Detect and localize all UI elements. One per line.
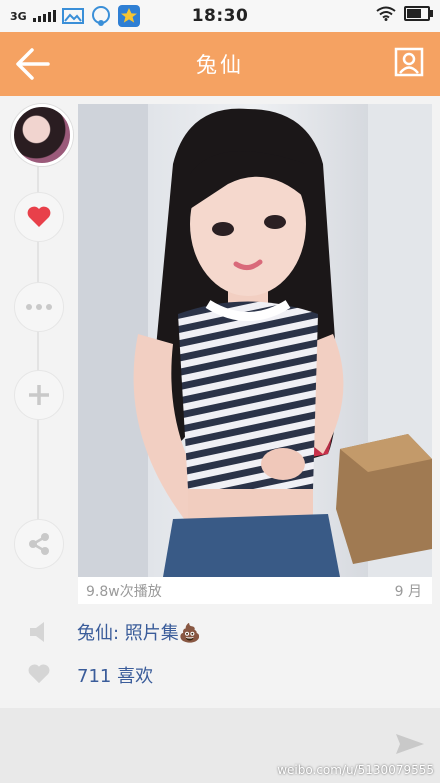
- wifi-icon: [376, 6, 396, 21]
- photo-meta: 9.8w次播放 9 月: [78, 577, 432, 604]
- plus-icon: [29, 385, 49, 405]
- likes-count[interactable]: 711 喜欢: [77, 662, 153, 688]
- status-bar: 3G 18:30: [0, 0, 440, 32]
- page-title: 兔仙: [196, 53, 244, 77]
- avatar[interactable]: [11, 104, 73, 166]
- photo-image: [78, 104, 432, 577]
- play-count: 9.8w次播放: [86, 583, 162, 600]
- share-icon: [29, 533, 49, 555]
- post-photo[interactable]: [78, 104, 432, 577]
- post-date: 9 月: [394, 583, 422, 600]
- caption-row: 兔仙: 照片集💩: [0, 618, 440, 646]
- status-time: 18:30: [191, 6, 249, 26]
- likes-row: 711 喜欢: [0, 660, 440, 690]
- speaker-icon[interactable]: [27, 620, 51, 644]
- add-button[interactable]: [14, 370, 64, 420]
- watermark: weibo.com/u/5130079555: [277, 763, 434, 777]
- status-right: [376, 6, 433, 21]
- like-button[interactable]: [14, 192, 64, 242]
- battery-icon: [404, 6, 433, 21]
- post-card: 9.8w次播放 9 月: [78, 104, 432, 604]
- more-button[interactable]: [14, 282, 64, 332]
- ellipsis-icon: [26, 304, 52, 310]
- arrow-left-icon[interactable]: [14, 46, 52, 82]
- comment-bar: weibo.com/u/5130079555: [0, 708, 440, 783]
- user-card-icon[interactable]: [394, 47, 424, 77]
- post-caption[interactable]: 兔仙: 照片集💩: [77, 619, 201, 645]
- heart-outline-icon: [28, 664, 50, 684]
- title-bar: 兔仙: [0, 32, 440, 96]
- heart-icon: [27, 206, 51, 227]
- share-button[interactable]: [14, 519, 64, 569]
- battery-level: [407, 9, 421, 18]
- send-icon[interactable]: [396, 732, 424, 756]
